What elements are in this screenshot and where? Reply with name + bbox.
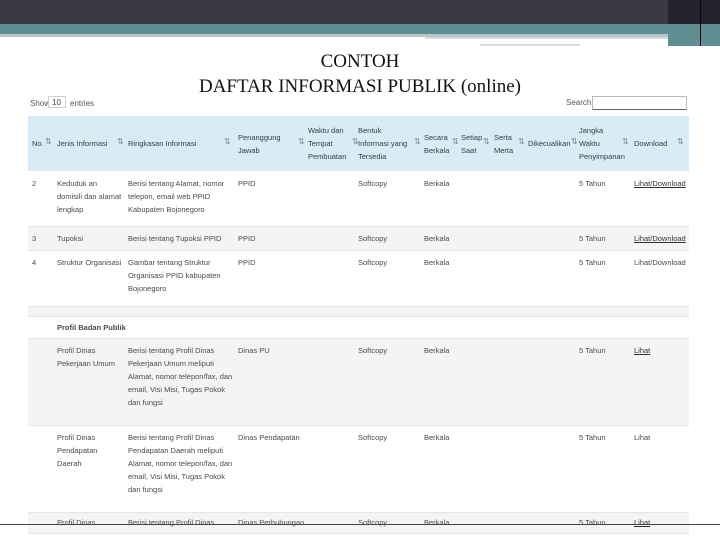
sort-icon[interactable]: ⇅ [452, 137, 459, 146]
search-input[interactable] [592, 96, 687, 110]
slide-divider-line-3 [480, 44, 580, 46]
show-label: Show [30, 99, 51, 108]
col-header-jenis[interactable]: Jenis Informasi [57, 116, 117, 171]
sort-icon[interactable]: ⇅ [224, 137, 231, 146]
cell-penanggung-jawab: Dinas PU [238, 346, 270, 355]
slide-title-line2: DAFTAR INFORMASI PUBLIK (online) [198, 76, 522, 97]
cell-ringkasan: Berisi tentang Profil Dinas Pekerjaan Um… [128, 346, 233, 407]
col-header-penanggung-jawab[interactable]: Penanggung Jawab [238, 116, 292, 171]
table-row: Profil Dinas Pekerjaan Umum Berisi tenta… [28, 339, 689, 426]
cell-berkala: Berkala [424, 179, 450, 188]
table-row-spacer [28, 307, 689, 317]
col-header-waktu[interactable]: Waktu dan Tempat Pembuatan [308, 116, 352, 171]
slide-top-bar-corner [668, 0, 720, 24]
slide-top-bar [0, 0, 720, 24]
col-header-no[interactable]: No. [32, 116, 46, 171]
col-header-berkala[interactable]: Secara Berkala [424, 116, 454, 171]
download-text: Lihat/Download [634, 258, 686, 267]
view-link[interactable]: Lihat [634, 344, 650, 357]
slide-divider-line-2 [425, 37, 668, 39]
cell-ringkasan: Berisi tentang Profil Dinas Pendapatan D… [128, 433, 233, 494]
col-header-serta-merta[interactable]: Serta Merta [494, 116, 518, 171]
cell-bentuk: Softcopy [358, 234, 388, 243]
cell-bentuk: Softcopy [358, 433, 388, 442]
entries-label: entries [70, 99, 95, 108]
cell-berkala: Berkala [424, 433, 450, 442]
table-row: 4 Struktur Organisasi Gambar tentang Str… [28, 251, 689, 307]
cell-ringkasan: Berisi tentang Profil Dinas [128, 518, 215, 527]
group-label: Profil Badan Publik [57, 323, 126, 332]
cell-jenis: Tupoksi [57, 234, 83, 243]
col-header-ringkasan[interactable]: Ringkasan Informasi [128, 116, 200, 171]
public-info-table: No. ⇅ Jenis Informasi ⇅ Ringkasan Inform… [28, 116, 689, 534]
cell-bentuk: Softcopy [358, 518, 388, 527]
cell-penanggung-jawab: Dinas Perhubungan [238, 518, 305, 527]
table-row: Profil Dinas Pendapatan Daerah Berisi te… [28, 426, 689, 513]
slide-bottom-line [0, 524, 720, 525]
col-header-jangka-waktu[interactable]: Jangka Waktu Penyimpanan [579, 116, 625, 171]
table-header-row: No. ⇅ Jenis Informasi ⇅ Ringkasan Inform… [28, 116, 689, 171]
cell-no: 2 [32, 179, 37, 188]
cell-bentuk: Softcopy [358, 346, 388, 355]
sort-icon[interactable]: ⇅ [571, 137, 578, 146]
sort-icon[interactable]: ⇅ [414, 137, 421, 146]
view-text: Lihat [634, 433, 651, 442]
cell-jenis: Profil Dinas Pekerjaan Umum [57, 346, 115, 368]
view-link[interactable]: Lihat [634, 516, 650, 529]
col-header-bentuk[interactable]: Bentuk Informasi yang Tersedia [358, 116, 413, 171]
cell-berkala: Berkala [424, 258, 450, 267]
cell-berkala: Berkala [424, 518, 450, 527]
table-row: 2 Keduduk an domisili dan alamat lengkap… [28, 171, 689, 227]
cell-ringkasan: Gambar tentang Struktur Organisasi PPID … [128, 258, 221, 293]
download-link[interactable]: Lihat/Download [634, 232, 686, 245]
table-row: 3 Tupoksi Berisi tentang Tupoksi PPID PP… [28, 227, 689, 251]
sort-icon[interactable]: ⇅ [518, 137, 525, 146]
cell-jangka-waktu: 5 Tahun [579, 258, 606, 267]
col-header-download[interactable]: Download [634, 116, 674, 171]
download-link[interactable]: Lihat/Download [634, 177, 686, 190]
cell-jangka-waktu: 5 Tahun [579, 179, 606, 188]
cell-jangka-waktu: 5 Tahun [579, 518, 606, 527]
cell-penanggung-jawab: PPID [238, 179, 256, 188]
cell-berkala: Berkala [424, 346, 450, 355]
cell-penanggung-jawab: PPID [238, 234, 256, 243]
cell-jenis: Profil Dinas Pendapatan Daerah [57, 433, 98, 468]
sort-icon[interactable]: ⇅ [677, 137, 684, 146]
sort-icon[interactable]: ⇅ [45, 137, 52, 146]
cell-jenis: Struktur Organisasi [57, 258, 122, 267]
entries-per-page-select[interactable]: 10 [48, 96, 66, 108]
cell-penanggung-jawab: PPID [238, 258, 256, 267]
cell-no: 3 [32, 234, 37, 243]
cell-jangka-waktu: 5 Tahun [579, 346, 606, 355]
slide-accent-band [0, 24, 720, 34]
cell-bentuk: Softcopy [358, 179, 388, 188]
cell-no: 4 [32, 258, 37, 267]
cell-jenis: Keduduk an domisili dan alamat lengkap [57, 179, 122, 214]
slide-vertical-line [700, 0, 701, 46]
cell-ringkasan: Berisi tentang Alamat, nomor telepon, em… [128, 179, 225, 214]
cell-jangka-waktu: 5 Tahun [579, 234, 606, 243]
cell-berkala: Berkala [424, 234, 450, 243]
col-header-dikecualikan[interactable]: Dikecualikan [528, 116, 576, 171]
sort-icon[interactable]: ⇅ [622, 137, 629, 146]
cell-bentuk: Softcopy [358, 258, 388, 267]
table-group-row: Profil Badan Publik [28, 317, 689, 339]
cell-penanggung-jawab: Dinas Pendapatan [238, 433, 300, 442]
cell-jenis: Profil Dinas [57, 518, 96, 527]
sort-icon[interactable]: ⇅ [117, 137, 124, 146]
slide-accent-band-corner [668, 24, 720, 46]
cell-jangka-waktu: 5 Tahun [579, 433, 606, 442]
cell-ringkasan: Berisi tentang Tupoksi PPID [128, 234, 222, 243]
slide-title-line1: CONTOH [320, 51, 400, 72]
sort-icon[interactable]: ⇅ [298, 137, 305, 146]
sort-icon[interactable]: ⇅ [483, 137, 490, 146]
search-label: Search: [566, 98, 594, 107]
